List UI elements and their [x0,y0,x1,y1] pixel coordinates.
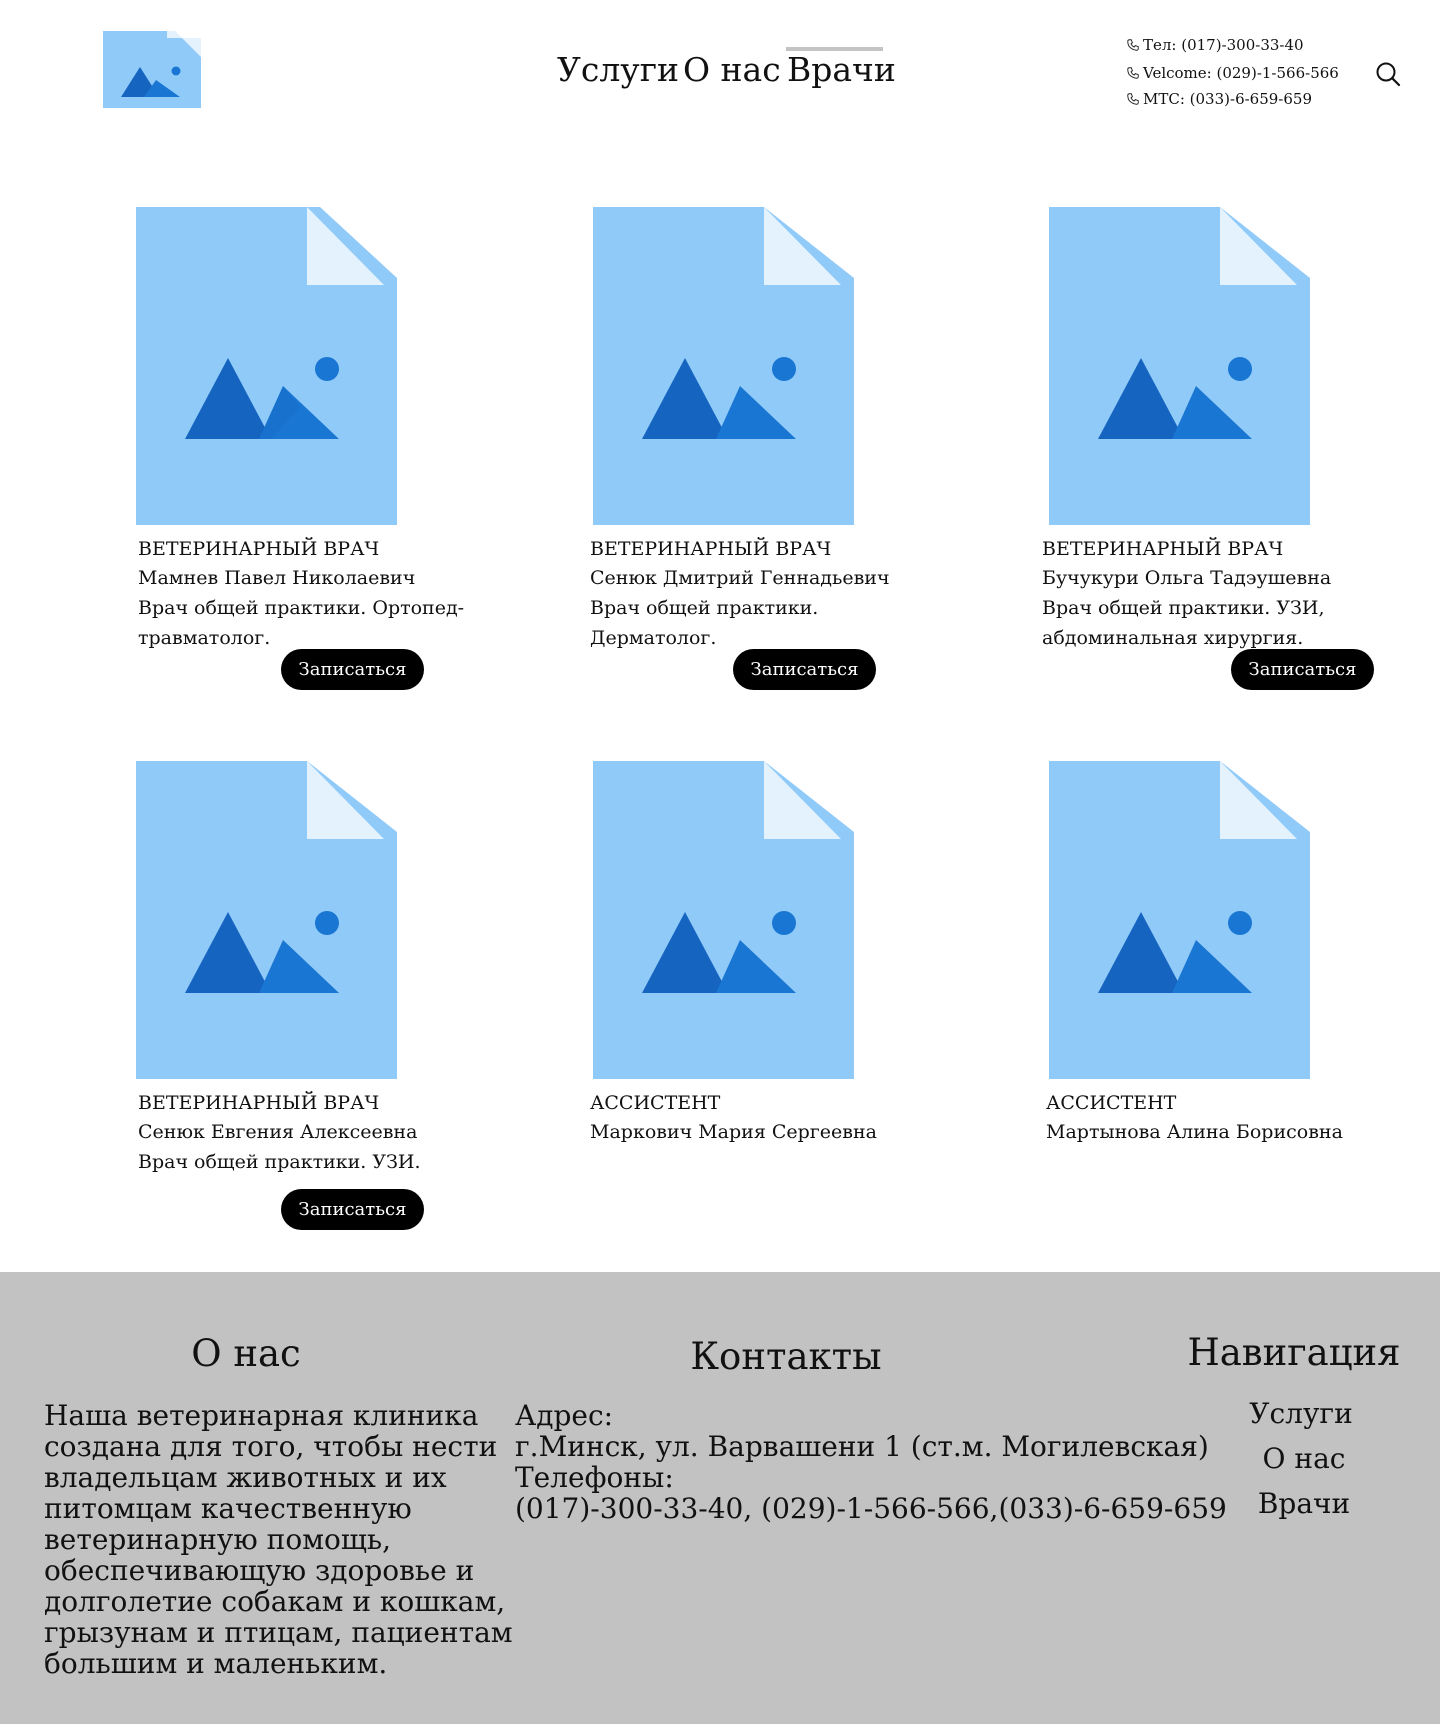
doctor-name: Сенюк Дмитрий Геннадьевич [590,567,890,589]
doctor-description: Дерматолог. [590,627,717,649]
doctor-name: Мартынова Алина Борисовна [1046,1121,1343,1143]
doctor-role: ВЕТЕРИНАРНЫЙ ВРАЧ [138,538,380,560]
doctor-photo [593,207,854,525]
footer-about-text: Наша ветеринарная клиника создана для то… [44,1400,513,1679]
book-appointment-button[interactable]: Записаться [281,1189,424,1230]
logo[interactable] [103,31,201,108]
phone-icon [1127,39,1139,51]
doctor-role: ВЕТЕРИНАРНЫЙ ВРАЧ [138,1092,380,1114]
phone-line: Velcome: (029)-1-566-566 [1126,63,1339,83]
doctor-description: Врач общей практики. УЗИ. [138,1151,421,1173]
phone-text: Velcome: (029)-1-566-566 [1143,64,1339,82]
doctor-photo [593,761,854,1079]
nav-doctors[interactable]: Врачи [787,50,896,90]
footer-about-line: грызунам и птицам, пациентам [44,1616,513,1649]
book-appointment-button[interactable]: Записаться [733,649,876,690]
footer-about-line: питомцам качественную [44,1492,412,1525]
footer-about-line: Наша ветеринарная клиника [44,1399,479,1432]
doctor-name: Мамнев Павел Николаевич [138,567,416,589]
footer-address-label: Адрес: [515,1399,614,1432]
footer-phones-label: Телефоны: [515,1461,674,1494]
nav-about[interactable]: О нас [683,50,781,90]
phone-icon [1127,93,1139,105]
footer-navigation-title: Навигация [1187,1331,1401,1374]
nav-services[interactable]: Услуги [557,50,679,90]
doctor-photo [136,761,397,1079]
search-icon[interactable] [1374,60,1402,88]
doctor-role: ВЕТЕРИНАРНЫЙ ВРАЧ [590,538,832,560]
doctor-name: Бучукури Ольга Тадэушевна [1042,567,1332,589]
footer-address: г.Минск, ул. Варвашени 1 (ст.м. Могилевс… [515,1430,1209,1463]
doctor-photo [136,207,397,525]
footer-about-line: долголетие собакам и кошкам, [44,1585,506,1618]
phone-text: МТС: (033)-6-659-659 [1143,90,1313,108]
doctor-description: Врач общей практики. [590,597,819,619]
footer-nav-about[interactable]: О нас [1204,1442,1404,1476]
doctor-role: АССИСТЕНТ [1046,1092,1177,1114]
phone-icon [1127,67,1139,79]
phone-line: Тел: (017)-300-33-40 [1126,35,1304,55]
footer-phones: (017)-300-33-40, (029)-1-566-566,(033)-6… [515,1492,1227,1525]
footer-about-line: большим и маленьким. [44,1647,388,1680]
doctor-role: ВЕТЕРИНАРНЫЙ ВРАЧ [1042,538,1284,560]
footer-nav-services[interactable]: Услуги [1201,1397,1401,1431]
phone-line: МТС: (033)-6-659-659 [1126,89,1312,109]
doctor-description: Врач общей практики. УЗИ, [1042,597,1325,619]
footer-about-line: ветеринарную помощь, [44,1523,392,1556]
doctor-name: Маркович Мария Сергеевна [590,1121,877,1143]
doctor-description: травматолог. [138,627,271,649]
doctor-photo [1049,761,1310,1079]
doctor-description: Врач общей практики. Ортопед- [138,597,465,619]
footer-about-line: обеспечивающую здоровье и [44,1554,475,1587]
doctor-name: Сенюк Евгения Алексеевна [138,1121,418,1143]
footer-about-line: владельцам животных и их [44,1461,447,1494]
footer-nav-doctors[interactable]: Врачи [1204,1487,1404,1521]
book-appointment-button[interactable]: Записаться [1231,649,1374,690]
phone-text: Тел: (017)-300-33-40 [1143,36,1304,54]
doctor-role: АССИСТЕНТ [590,1092,721,1114]
footer-about-line: создана для того, чтобы нести [44,1430,498,1463]
book-appointment-button[interactable]: Записаться [281,649,424,690]
footer-contacts-text: Адрес: г.Минск, ул. Варвашени 1 (ст.м. М… [515,1400,1227,1524]
footer-about-title: О нас [191,1332,301,1375]
doctor-photo [1049,207,1310,525]
footer-contacts-title: Контакты [690,1335,882,1378]
